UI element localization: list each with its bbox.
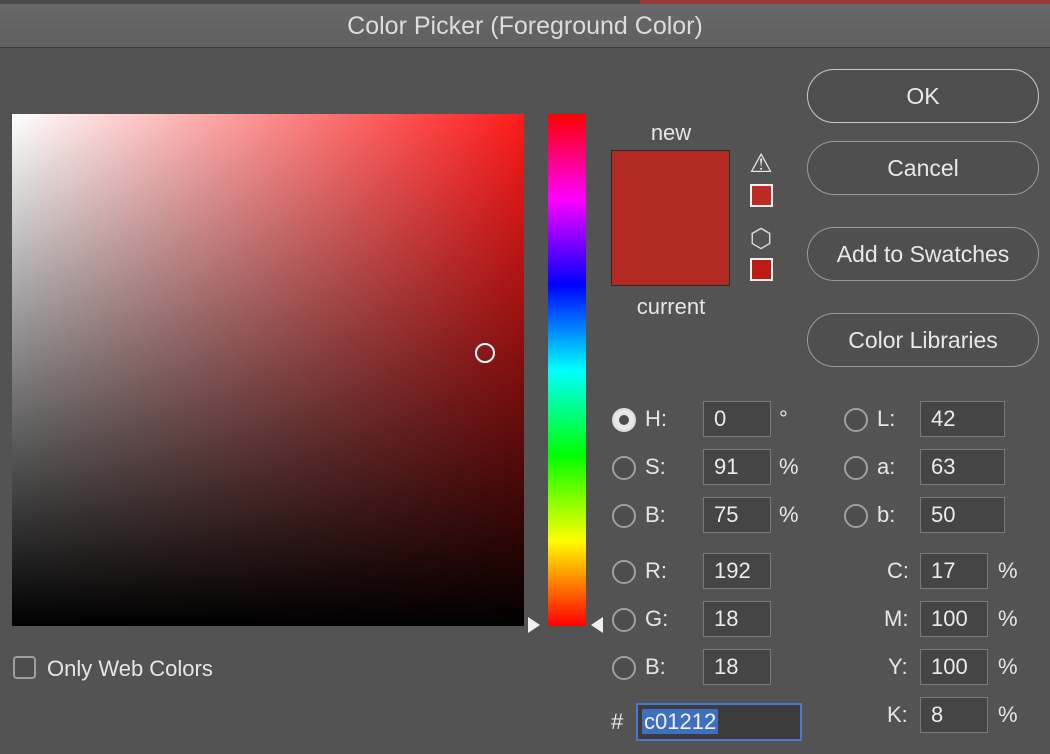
green-radio[interactable] (612, 608, 636, 632)
hue-radio[interactable] (612, 408, 636, 432)
yellow-unit: % (998, 654, 1018, 679)
lab-b-input[interactable]: 50 (920, 497, 1005, 533)
new-color-label: new (650, 120, 692, 145)
saturation-label: S: (645, 454, 666, 479)
saturation-input[interactable]: 91 (703, 449, 771, 485)
cyan-unit: % (998, 558, 1018, 583)
saturation-unit: % (779, 454, 799, 479)
top-strip-accent (640, 0, 1050, 4)
hue-slider[interactable] (548, 114, 586, 626)
red-label: R: (645, 558, 667, 583)
yellow-input[interactable]: 100 (920, 649, 988, 685)
color-field-cursor[interactable] (475, 343, 495, 363)
new-color-swatch (612, 151, 729, 218)
green-label: G: (645, 606, 669, 631)
color-preview (611, 150, 730, 286)
lab-a-input[interactable]: 63 (920, 449, 1005, 485)
lab-l-radio[interactable] (844, 408, 868, 432)
hue-slider-right-handle[interactable] (591, 617, 603, 633)
brightness-input[interactable]: 75 (703, 497, 771, 533)
current-color-swatch[interactable] (612, 218, 729, 285)
gamut-warning-swatch[interactable] (750, 184, 773, 207)
top-strip (0, 0, 1050, 4)
lab-l-input[interactable]: 42 (920, 401, 1005, 437)
hue-slider-left-handle[interactable] (528, 617, 540, 633)
cancel-button[interactable]: Cancel (807, 141, 1039, 195)
black-unit: % (998, 702, 1018, 727)
web-safe-swatch[interactable] (750, 258, 773, 281)
hue-label: H: (645, 406, 667, 431)
warning-triangle-icon[interactable]: ⚠ (748, 150, 774, 176)
only-web-colors-checkbox[interactable] (13, 656, 36, 679)
blue-label: B: (645, 654, 666, 679)
color-field[interactable] (12, 114, 524, 626)
cyan-label: C: (887, 558, 909, 583)
red-input[interactable]: 192 (703, 553, 771, 589)
hue-unit: ° (779, 406, 788, 431)
cyan-input[interactable]: 17 (920, 553, 988, 589)
title-bar: Color Picker (Foreground Color) (0, 0, 1050, 48)
color-libraries-button[interactable]: Color Libraries (807, 313, 1039, 367)
cube-icon[interactable]: ⬡ (748, 225, 774, 251)
window-title: Color Picker (Foreground Color) (347, 12, 703, 40)
lab-b-label: b: (877, 502, 896, 527)
lab-a-label: a: (877, 454, 896, 479)
hue-input[interactable]: 0 (703, 401, 771, 437)
saturation-radio[interactable] (612, 456, 636, 480)
lab-b-radio[interactable] (844, 504, 868, 528)
blue-radio[interactable] (612, 656, 636, 680)
hex-input-value: c01212 (642, 709, 719, 734)
brightness-unit: % (779, 502, 799, 527)
brightness-radio[interactable] (612, 504, 636, 528)
only-web-colors-label: Only Web Colors (47, 656, 213, 681)
brightness-label: B: (645, 502, 666, 527)
blue-input[interactable]: 18 (703, 649, 771, 685)
magenta-label: M: (884, 606, 909, 631)
ok-button[interactable]: OK (807, 69, 1039, 123)
black-input[interactable]: 8 (920, 697, 988, 733)
hex-input[interactable]: c01212 (636, 703, 802, 741)
red-radio[interactable] (612, 560, 636, 584)
current-color-label: current (636, 294, 706, 319)
lab-a-radio[interactable] (844, 456, 868, 480)
magenta-input[interactable]: 100 (920, 601, 988, 637)
hex-prefix: # (611, 709, 624, 734)
add-to-swatches-button[interactable]: Add to Swatches (807, 227, 1039, 281)
black-label: K: (887, 702, 908, 727)
yellow-label: Y: (888, 654, 908, 679)
lab-l-label: L: (877, 406, 896, 431)
green-input[interactable]: 18 (703, 601, 771, 637)
magenta-unit: % (998, 606, 1018, 631)
